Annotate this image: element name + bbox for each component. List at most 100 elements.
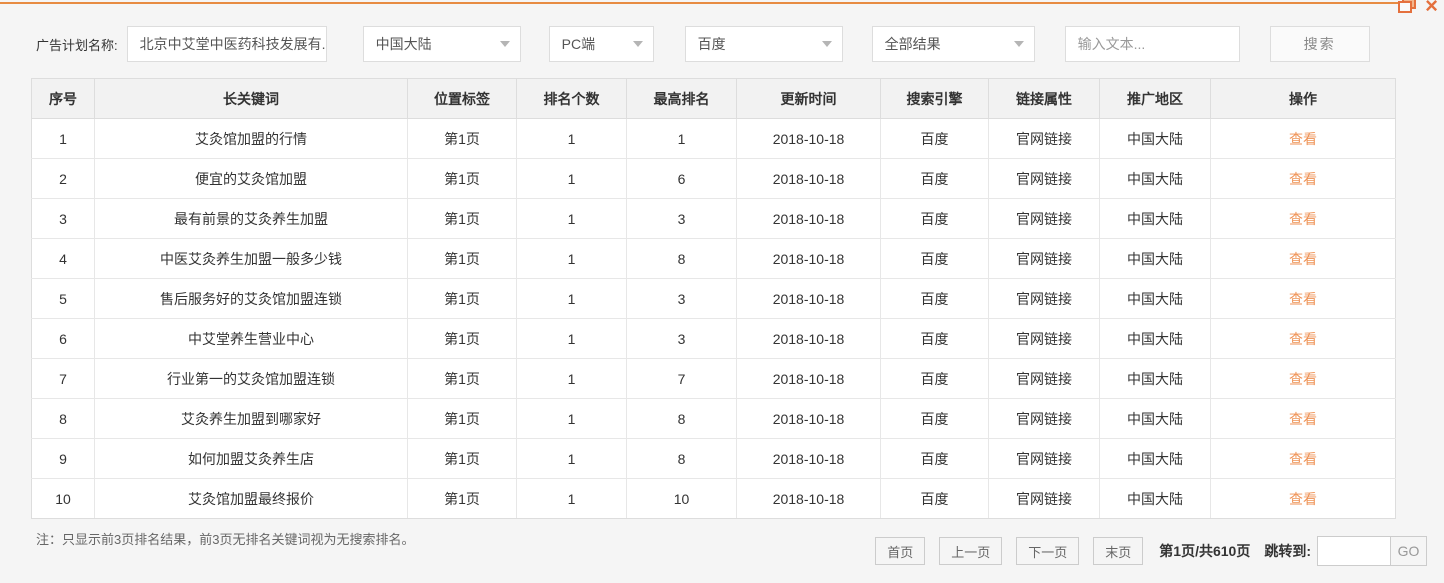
cell-operation: 查看 bbox=[1210, 118, 1396, 159]
table-row: 9 如何加盟艾灸养生店 第1页 1 8 2018-10-18 百度 官网链接 中… bbox=[31, 438, 1396, 479]
header-promo-region: 推广地区 bbox=[1099, 78, 1211, 119]
cell-position-tag: 第1页 bbox=[407, 318, 517, 359]
table-row: 8 艾灸养生加盟到哪家好 第1页 1 8 2018-10-18 百度 官网链接 … bbox=[31, 398, 1396, 439]
cell-link-attribute: 官网链接 bbox=[988, 158, 1100, 199]
cell-keyword: 便宜的艾灸馆加盟 bbox=[94, 158, 408, 199]
search-input[interactable] bbox=[1064, 26, 1240, 62]
cell-update-time: 2018-10-18 bbox=[736, 438, 881, 479]
header-operation: 操作 bbox=[1210, 78, 1396, 119]
cell-link-attribute: 官网链接 bbox=[988, 398, 1100, 439]
cell-no: 6 bbox=[31, 318, 95, 359]
page-info: 第1页/共610页 bbox=[1159, 543, 1251, 559]
window-controls: × bbox=[1398, 0, 1438, 13]
cell-keyword: 如何加盟艾灸养生店 bbox=[94, 438, 408, 479]
jump-to-label: 跳转到: bbox=[1264, 543, 1311, 559]
accent-top-line bbox=[0, 2, 1398, 4]
search-button[interactable]: 搜索 bbox=[1269, 26, 1370, 62]
cell-link-attribute: 官网链接 bbox=[988, 478, 1100, 519]
cell-promo-region: 中国大陆 bbox=[1099, 278, 1211, 319]
cell-no: 8 bbox=[31, 398, 95, 439]
cell-link-attribute: 官网链接 bbox=[988, 118, 1100, 159]
plan-select-value: 北京中艾堂中医药科技发展有... bbox=[139, 36, 327, 52]
header-no: 序号 bbox=[31, 78, 95, 119]
filter-toolbar: 广告计划名称: 北京中艾堂中医药科技发展有... 中国大陆 PC端 百度 全部结… bbox=[36, 26, 1370, 62]
cell-operation: 查看 bbox=[1210, 278, 1396, 319]
cell-no: 2 bbox=[31, 158, 95, 199]
result-type-select-value: 全部结果 bbox=[884, 36, 941, 52]
cell-position-tag: 第1页 bbox=[407, 478, 517, 519]
cell-rank-count: 1 bbox=[516, 438, 627, 479]
cell-keyword: 艾灸馆加盟的行情 bbox=[94, 118, 408, 159]
cell-link-attribute: 官网链接 bbox=[988, 438, 1100, 479]
cell-update-time: 2018-10-18 bbox=[736, 238, 881, 279]
cell-operation: 查看 bbox=[1210, 158, 1396, 199]
engine-select[interactable]: 百度 bbox=[684, 26, 843, 62]
close-icon[interactable]: × bbox=[1425, 0, 1438, 11]
go-button[interactable]: GO bbox=[1391, 536, 1427, 566]
cell-keyword: 中医艾灸养生加盟一般多少钱 bbox=[94, 238, 408, 279]
header-link-attribute: 链接属性 bbox=[988, 78, 1100, 119]
last-page-button[interactable]: 末页 bbox=[1093, 537, 1144, 565]
cell-rank-count: 1 bbox=[516, 278, 627, 319]
chevron-down-icon bbox=[1013, 41, 1024, 47]
chevron-down-icon bbox=[499, 41, 510, 47]
cell-update-time: 2018-10-18 bbox=[736, 318, 881, 359]
cell-no: 5 bbox=[31, 278, 95, 319]
cell-promo-region: 中国大陆 bbox=[1099, 198, 1211, 239]
cell-operation: 查看 bbox=[1210, 238, 1396, 279]
cell-rank-count: 1 bbox=[516, 358, 627, 399]
cell-promo-region: 中国大陆 bbox=[1099, 478, 1211, 519]
cell-search-engine: 百度 bbox=[880, 158, 989, 199]
jump-to-input[interactable] bbox=[1317, 536, 1391, 566]
cell-operation: 查看 bbox=[1210, 318, 1396, 359]
result-type-select[interactable]: 全部结果 bbox=[871, 26, 1035, 62]
cell-update-time: 2018-10-18 bbox=[736, 478, 881, 519]
header-rank-count: 排名个数 bbox=[516, 78, 627, 119]
region-select[interactable]: 中国大陆 bbox=[362, 26, 521, 62]
cell-rank-count: 1 bbox=[516, 478, 627, 519]
cell-search-engine: 百度 bbox=[880, 278, 989, 319]
cell-operation: 查看 bbox=[1210, 198, 1396, 239]
view-link[interactable]: 查看 bbox=[1289, 491, 1317, 507]
view-link[interactable]: 查看 bbox=[1289, 331, 1317, 347]
view-link[interactable]: 查看 bbox=[1289, 451, 1317, 467]
table-row: 10 艾灸馆加盟最终报价 第1页 1 10 2018-10-18 百度 官网链接… bbox=[31, 478, 1396, 519]
view-link[interactable]: 查看 bbox=[1289, 251, 1317, 267]
cell-search-engine: 百度 bbox=[880, 118, 989, 159]
prev-page-button[interactable]: 上一页 bbox=[939, 537, 1003, 565]
region-select-value: 中国大陆 bbox=[375, 36, 432, 52]
cell-no: 3 bbox=[31, 198, 95, 239]
plan-select[interactable]: 北京中艾堂中医药科技发展有... bbox=[126, 26, 327, 62]
header-search-engine: 搜索引擎 bbox=[880, 78, 989, 119]
next-page-button[interactable]: 下一页 bbox=[1016, 537, 1080, 565]
keyword-rank-table: 序号 长关键词 位置标签 排名个数 最高排名 更新时间 搜索引擎 链接属性 推广… bbox=[31, 78, 1396, 519]
cell-rank-count: 1 bbox=[516, 198, 627, 239]
cell-search-engine: 百度 bbox=[880, 358, 989, 399]
view-link[interactable]: 查看 bbox=[1289, 371, 1317, 387]
view-link[interactable]: 查看 bbox=[1289, 291, 1317, 307]
header-update-time: 更新时间 bbox=[736, 78, 881, 119]
view-link[interactable]: 查看 bbox=[1289, 411, 1317, 427]
chevron-down-icon bbox=[632, 41, 643, 47]
cell-update-time: 2018-10-18 bbox=[736, 158, 881, 199]
cell-search-engine: 百度 bbox=[880, 398, 989, 439]
table-row: 2 便宜的艾灸馆加盟 第1页 1 6 2018-10-18 百度 官网链接 中国… bbox=[31, 158, 1396, 199]
device-select-value: PC端 bbox=[561, 36, 596, 52]
cell-keyword: 售后服务好的艾灸馆加盟连锁 bbox=[94, 278, 408, 319]
cell-operation: 查看 bbox=[1210, 358, 1396, 399]
restore-window-icon[interactable] bbox=[1398, 0, 1417, 13]
view-link[interactable]: 查看 bbox=[1289, 211, 1317, 227]
cell-keyword: 中艾堂养生营业中心 bbox=[94, 318, 408, 359]
header-position-tag: 位置标签 bbox=[407, 78, 517, 119]
cell-operation: 查看 bbox=[1210, 438, 1396, 479]
cell-link-attribute: 官网链接 bbox=[988, 358, 1100, 399]
cell-rank-count: 1 bbox=[516, 158, 627, 199]
view-link[interactable]: 查看 bbox=[1289, 171, 1317, 187]
device-select[interactable]: PC端 bbox=[548, 26, 654, 62]
view-link[interactable]: 查看 bbox=[1289, 131, 1317, 147]
header-best-rank: 最高排名 bbox=[626, 78, 737, 119]
cell-operation: 查看 bbox=[1210, 398, 1396, 439]
first-page-button[interactable]: 首页 bbox=[875, 537, 926, 565]
cell-promo-region: 中国大陆 bbox=[1099, 318, 1211, 359]
cell-promo-region: 中国大陆 bbox=[1099, 358, 1211, 399]
